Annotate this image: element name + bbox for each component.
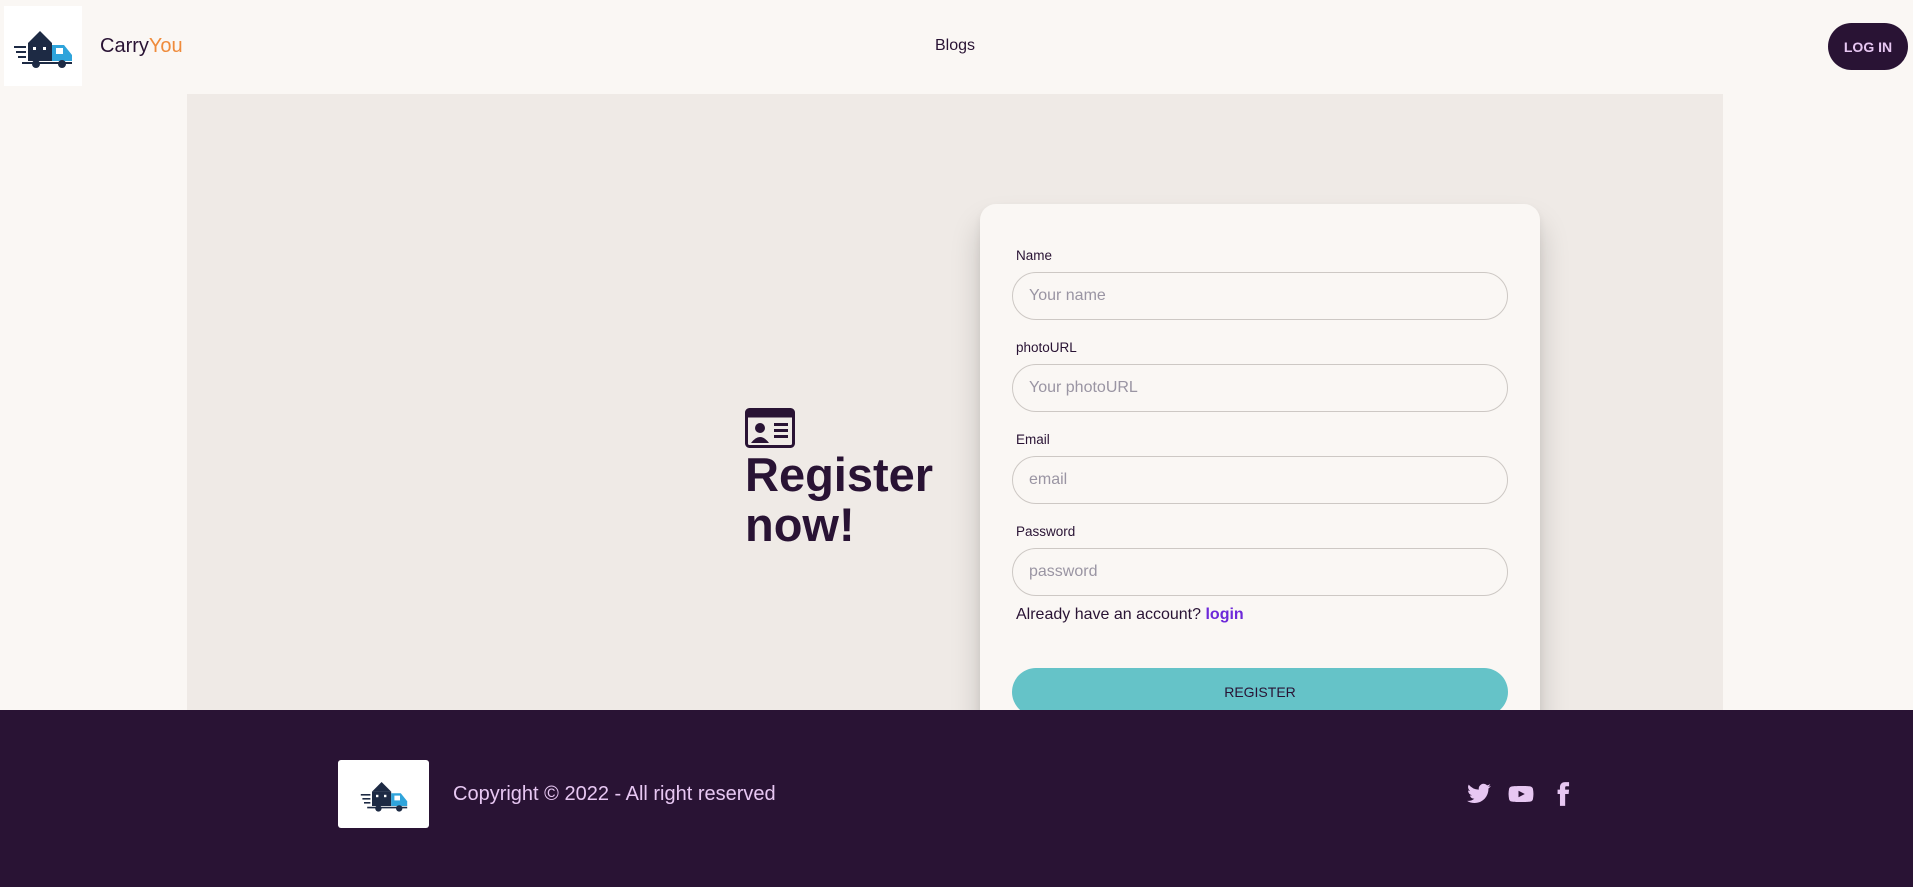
social-links: [1466, 781, 1576, 807]
logo[interactable]: [4, 6, 82, 86]
footer-logo: [338, 760, 429, 828]
login-link[interactable]: login: [1205, 606, 1243, 623]
password-label: Password: [1016, 524, 1076, 539]
account-prompt: Already have an account? login: [1016, 606, 1244, 624]
facebook-icon[interactable]: [1550, 781, 1576, 807]
twitter-icon[interactable]: [1466, 781, 1492, 807]
name-label: Name: [1016, 248, 1053, 263]
email-field[interactable]: [1012, 456, 1508, 504]
hero-section: Register now! Name photoURL Email Passwo…: [187, 94, 1723, 748]
nav-blogs-link[interactable]: Blogs: [935, 37, 975, 55]
password-field[interactable]: [1012, 548, 1508, 596]
youtube-icon[interactable]: [1508, 781, 1534, 807]
hero-intro: Register now!: [745, 408, 945, 550]
moving-truck-icon: [360, 782, 407, 812]
moving-truck-icon: [14, 31, 72, 68]
brand-accent: You: [148, 35, 183, 57]
page-title: Register now!: [745, 448, 934, 551]
footer: Copyright © 2022 - All right reserved: [0, 710, 1913, 887]
name-field[interactable]: [1012, 272, 1508, 320]
photo-url-label: photoURL: [1016, 340, 1077, 355]
id-card-icon: [745, 408, 795, 448]
email-label: Email: [1016, 432, 1050, 447]
top-navbar: CarryYou Blogs LOG IN: [0, 0, 1913, 94]
copyright-text: Copyright © 2022 - All right reserved: [453, 783, 776, 805]
account-prompt-text: Already have an account?: [1016, 606, 1206, 623]
brand-main: Carry: [100, 35, 149, 57]
photo-url-field[interactable]: [1012, 364, 1508, 412]
brand-name[interactable]: CarryYou: [100, 35, 183, 58]
register-form-card: Name photoURL Email Password Already hav…: [980, 204, 1540, 748]
register-button[interactable]: REGISTER: [1012, 668, 1508, 716]
login-button[interactable]: LOG IN: [1828, 23, 1908, 70]
